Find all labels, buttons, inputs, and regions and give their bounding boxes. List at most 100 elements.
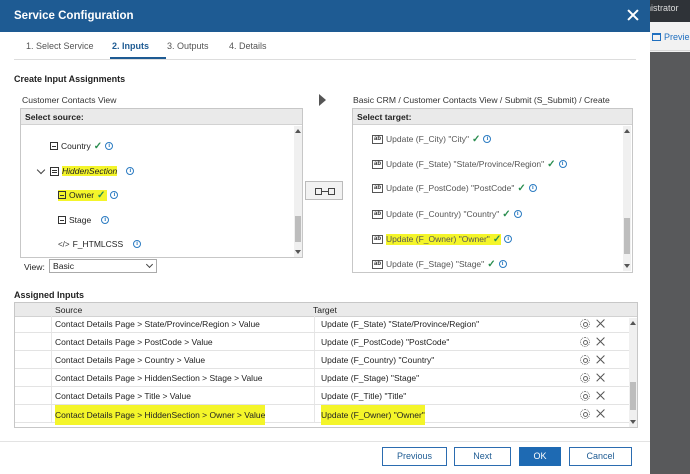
tab-outputs[interactable]: 3. Outputs	[167, 41, 209, 51]
delete-icon[interactable]	[595, 390, 606, 401]
delete-icon[interactable]	[595, 354, 606, 365]
scroll-down-icon[interactable]	[630, 420, 636, 424]
preview-icon	[652, 33, 661, 41]
table-row[interactable]: Contact Details Page > HiddenSection > O…	[15, 405, 629, 425]
info-icon[interactable]: i	[558, 160, 567, 168]
scroll-thumb[interactable]	[630, 382, 636, 410]
source-item-hiddensection[interactable]: HiddenSection i	[36, 164, 135, 178]
minus-box-icon	[58, 216, 66, 224]
gear-icon[interactable]	[580, 409, 590, 419]
modal-overlay	[650, 52, 690, 474]
check-icon: ✓	[97, 189, 106, 201]
check-icon: ✓	[517, 182, 526, 194]
delete-icon[interactable]	[595, 336, 606, 347]
text-field-icon: ab	[372, 134, 383, 144]
scroll-thumb[interactable]	[624, 218, 630, 254]
target-item-country[interactable]: ab Update (F_Country) "Country" ✓ i	[372, 207, 522, 221]
info-icon[interactable]: i	[105, 142, 114, 150]
minus-box-icon	[50, 142, 58, 150]
target-panel: Select target: ab Update (F_City) "City"…	[352, 108, 633, 273]
table-row[interactable]: Contact Details Page > Title > Value Upd…	[15, 387, 629, 405]
text-field-icon: ab	[372, 159, 383, 169]
info-icon[interactable]: i	[504, 235, 513, 243]
scroll-thumb[interactable]	[295, 216, 301, 242]
check-icon: ✓	[547, 158, 556, 170]
background-divider	[650, 50, 690, 51]
source-item-label: Owner	[69, 190, 95, 200]
owner-highlight: Update (F_Owner) "Owner" ✓	[386, 233, 502, 245]
scroll-up-icon[interactable]	[295, 129, 301, 133]
target-scrollbar[interactable]	[623, 126, 631, 271]
table-row[interactable]: Contact Details Page > PostCode > Value …	[15, 333, 629, 351]
source-view-name: Customer Contacts View	[22, 95, 117, 105]
tab-details[interactable]: 4. Details	[229, 41, 267, 51]
target-item-label: Update (F_Country) "Country"	[386, 209, 500, 219]
table-row[interactable]: Contact Details Page > Country > Value U…	[15, 351, 629, 369]
target-item-label: Update (F_PostCode) "PostCode"	[386, 183, 515, 193]
cancel-button[interactable]: Cancel	[569, 447, 632, 466]
row-source: Contact Details Page > Title > Value	[55, 391, 191, 401]
info-icon[interactable]: i	[483, 135, 492, 143]
info-icon[interactable]: i	[528, 184, 537, 192]
info-icon[interactable]: i	[513, 210, 522, 218]
table-row[interactable]: Contact Details Page > HiddenSection > S…	[15, 369, 629, 387]
scroll-down-icon[interactable]	[295, 250, 301, 254]
view-select[interactable]: Basic	[49, 259, 157, 273]
gear-icon[interactable]	[580, 319, 590, 329]
scroll-up-icon[interactable]	[624, 129, 630, 133]
source-item-f-htmlcss[interactable]: </> F_HTMLCSS i	[58, 237, 142, 251]
view-label: View:	[24, 262, 45, 272]
target-item-city[interactable]: ab Update (F_City) "City" ✓ i	[372, 132, 492, 146]
gear-icon[interactable]	[580, 373, 590, 383]
row-source: Contact Details Page > State/Province/Re…	[55, 319, 260, 329]
info-icon[interactable]: i	[498, 260, 507, 268]
view-select-value: Basic	[53, 261, 75, 271]
source-item-country[interactable]: Country ✓ i	[50, 139, 114, 153]
source-item-label: F_HTMLCSS	[72, 239, 124, 249]
tab-inputs[interactable]: 2. Inputs	[112, 41, 149, 51]
delete-icon[interactable]	[595, 318, 606, 329]
assigned-scrollbar[interactable]	[629, 318, 637, 427]
previous-button[interactable]: Previous	[382, 447, 447, 466]
info-icon[interactable]: i	[110, 191, 119, 199]
ok-button[interactable]: OK	[519, 447, 561, 466]
delete-icon[interactable]	[595, 408, 606, 419]
target-item-label: Update (F_City) "City"	[386, 134, 470, 144]
row-target: Update (F_Title) "Title"	[321, 391, 407, 401]
delete-icon[interactable]	[595, 372, 606, 383]
preview-label: Previe	[664, 32, 690, 42]
background-preview-link[interactable]: Previe	[652, 32, 690, 42]
section-icon	[50, 166, 59, 176]
assigned-inputs-title: Assigned Inputs	[14, 290, 85, 300]
close-icon[interactable]	[625, 7, 641, 23]
gear-icon[interactable]	[580, 337, 590, 347]
section-title: Create Input Assignments	[14, 74, 126, 84]
scroll-up-icon[interactable]	[630, 321, 636, 325]
service-configuration-dialog: Service Configuration 1. Select Service …	[0, 0, 650, 474]
source-item-owner[interactable]: Owner ✓ i	[58, 188, 119, 202]
row-target: Update (F_Country) "Country"	[321, 355, 435, 365]
target-item-owner[interactable]: ab Update (F_Owner) "Owner" ✓ i	[372, 232, 513, 246]
target-item-state[interactable]: ab Update (F_State) "State/Province/Regi…	[372, 157, 567, 171]
gear-icon[interactable]	[580, 355, 590, 365]
target-item-stage[interactable]: ab Update (F_Stage) "Stage" ✓ i	[372, 257, 507, 271]
info-icon[interactable]: i	[101, 216, 110, 224]
target-item-postcode[interactable]: ab Update (F_PostCode) "PostCode" ✓ i	[372, 181, 537, 195]
info-icon[interactable]: i	[126, 167, 135, 175]
table-row[interactable]: Contact Details Page > State/Province/Re…	[15, 315, 629, 333]
dialog-title: Service Configuration	[14, 10, 134, 22]
check-icon: ✓	[492, 233, 502, 245]
chevron-down-icon[interactable]	[36, 165, 46, 174]
scroll-down-icon[interactable]	[624, 264, 630, 268]
next-button[interactable]: Next	[454, 447, 511, 466]
link-icon	[315, 188, 335, 195]
footer-divider	[0, 441, 650, 442]
gear-icon[interactable]	[580, 391, 590, 401]
active-tab-indicator	[110, 57, 166, 59]
map-button[interactable]	[305, 181, 343, 200]
background-app: nistrator Previe	[646, 0, 690, 474]
tab-select-service[interactable]: 1. Select Service	[26, 41, 94, 51]
source-scrollbar[interactable]	[294, 126, 302, 257]
info-icon[interactable]: i	[133, 240, 142, 248]
source-item-stage[interactable]: Stage i	[58, 213, 110, 227]
